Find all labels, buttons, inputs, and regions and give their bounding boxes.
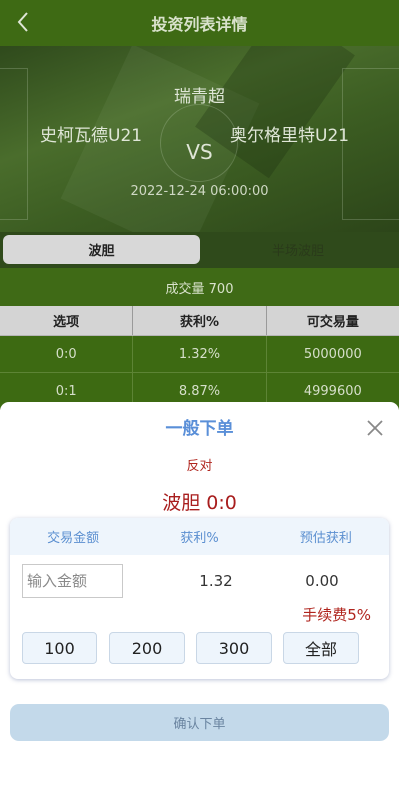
close-button[interactable] (365, 418, 385, 438)
back-button[interactable] (10, 8, 36, 36)
profit-value: 1.32 (199, 572, 233, 590)
close-icon (367, 420, 383, 436)
tab-correct-score[interactable]: 波胆 (3, 235, 200, 264)
quick-amount-300-button[interactable]: 300 (196, 632, 272, 664)
fee-label: 手续费5% (302, 606, 371, 624)
column-header-profit: 获利% (180, 531, 219, 546)
order-sheet: 一般下单 反对 波胆 0:0 交易金额 获利% 预估获利 1.32 0.00 手… (0, 402, 399, 797)
market-tabs: 波胆 半场波胆 (0, 232, 399, 268)
league-name: 瑞青超 (174, 87, 225, 107)
match-time: 2022-12-24 06:00:00 (130, 184, 269, 199)
bet-direction: 反对 (186, 459, 213, 474)
column-header-estimated: 预估获利 (299, 531, 352, 546)
tab-half-time-score[interactable]: 半场波胆 (200, 235, 396, 264)
cell-profit: 1.32% (133, 336, 267, 372)
quick-amount-100-button[interactable]: 100 (22, 632, 97, 664)
column-header-profit: 获利% (133, 306, 267, 335)
vs-label: VS (186, 140, 213, 164)
column-header-amount: 交易金额 (47, 531, 100, 546)
table-row[interactable]: 0:0 1.32% 5000000 (0, 336, 399, 373)
page-title: 投资列表详情 (151, 15, 248, 34)
quick-amount-all-button[interactable]: 全部 (283, 632, 359, 664)
bet-selection: 波胆 0:0 (162, 492, 237, 514)
column-header-volume: 可交易量 (306, 315, 359, 330)
header-bar: 投资列表详情 (0, 0, 399, 46)
order-sheet-title: 一般下单 (165, 419, 234, 439)
column-header-option: 选项 (0, 306, 134, 335)
trade-volume: 成交量 700 (0, 268, 399, 306)
match-banner: 瑞青超 史柯瓦德U21 奥尔格里特U21 VS 2022-12-24 06:00… (0, 46, 399, 232)
cell-option: 0:0 (0, 336, 134, 372)
confirm-order-button[interactable]: 确认下单 (10, 704, 389, 741)
table-header: 选项 获利% 可交易量 (0, 306, 399, 336)
amount-input[interactable] (22, 564, 123, 598)
quick-amount-200-button[interactable]: 200 (109, 632, 185, 664)
chevron-left-icon (17, 12, 28, 32)
order-form-header: 交易金额 获利% 预估获利 (10, 518, 389, 555)
order-form-card: 交易金额 获利% 预估获利 1.32 0.00 手续费5% 100 200 30… (10, 518, 389, 679)
estimated-profit-value: 0.00 (305, 572, 339, 590)
odds-table: 选项 获利% 可交易量 0:0 1.32% 5000000 0:1 8.87% … (0, 306, 399, 410)
cell-volume: 5000000 (303, 346, 362, 362)
